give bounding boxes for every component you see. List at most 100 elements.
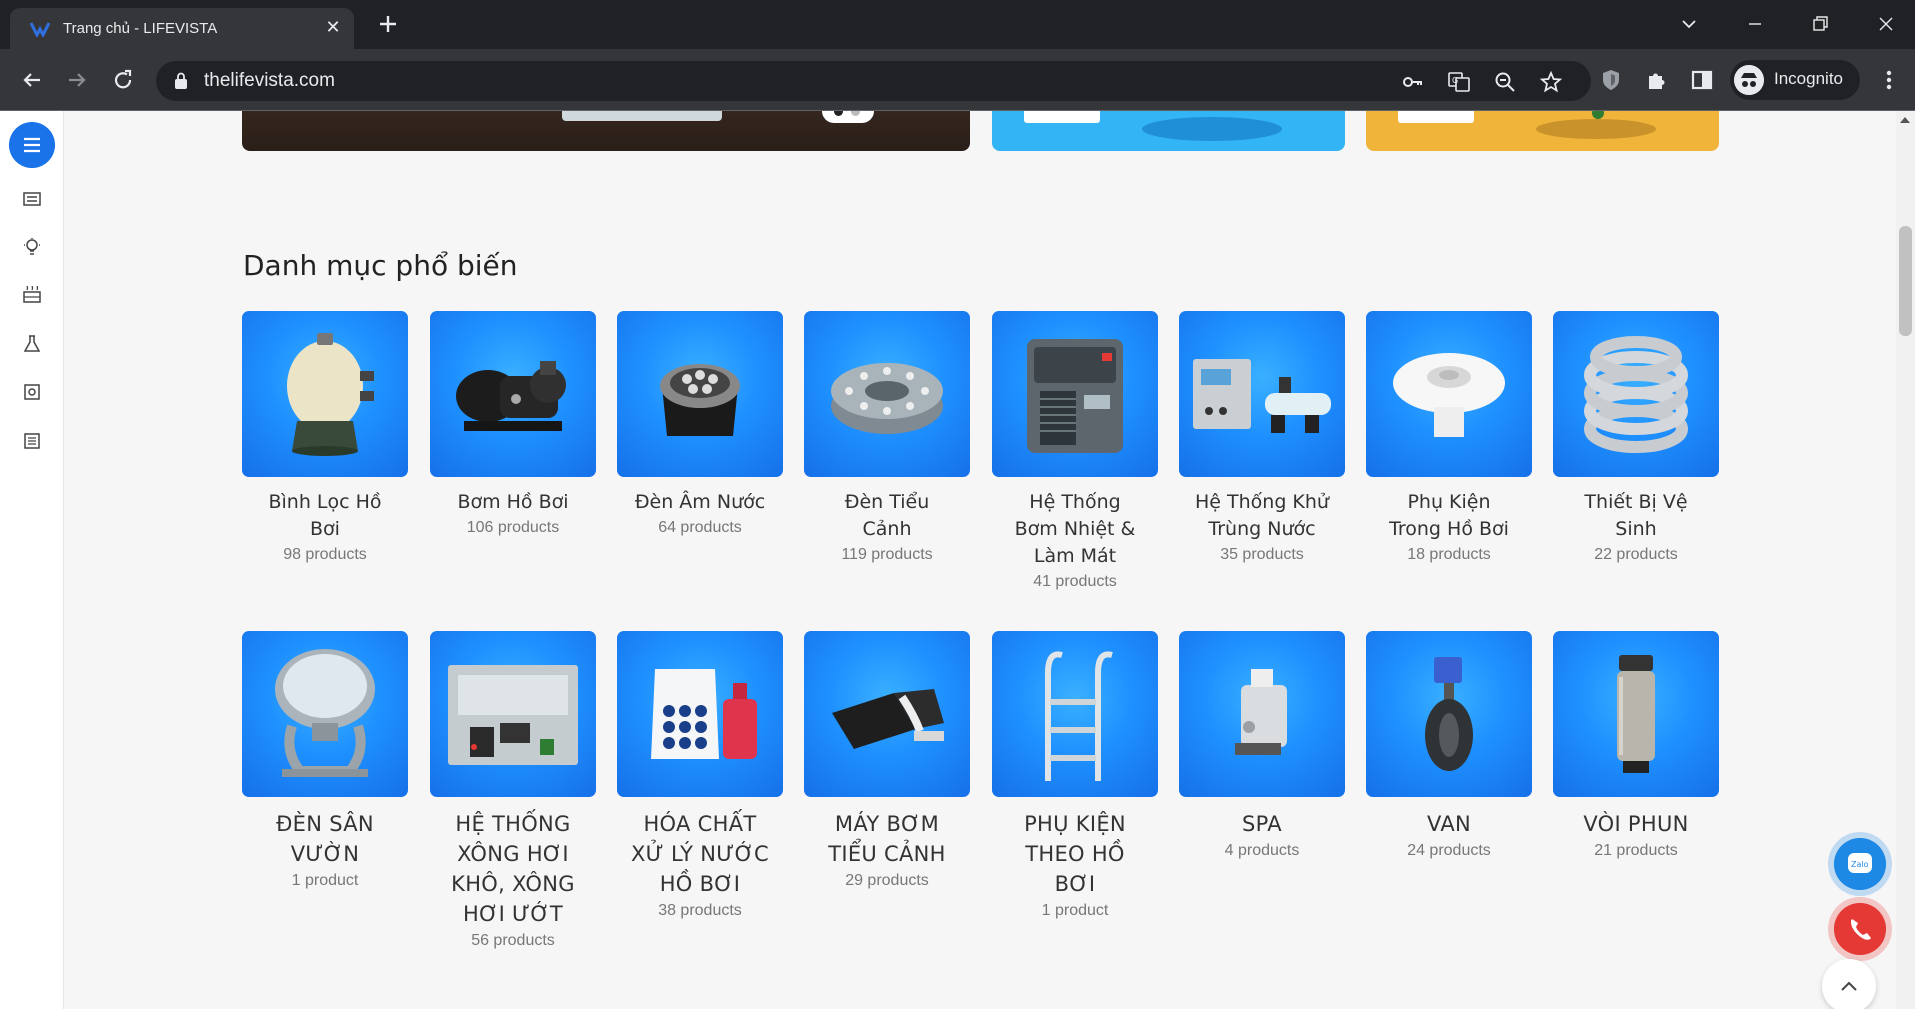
bookmark-star-icon[interactable] [1539,70,1563,94]
hamburger-menu-icon[interactable] [9,122,55,168]
category-name[interactable]: Bơm Hồ Bơi [430,489,596,516]
scroll-up-arrow-icon[interactable] [1900,117,1910,123]
steam-generator-icon [448,665,578,765]
category-card[interactable]: ĐÈN SÂN VƯỜN 1 product [242,631,408,893]
category-name[interactable]: Hệ Thống Bơm Nhiệt & Làm Mát [992,489,1158,570]
extensions-puzzle-icon[interactable] [1643,66,1671,94]
category-card[interactable]: VAN 24 products [1366,631,1532,863]
category-name[interactable]: ĐÈN SÂN VƯỜN [242,809,408,869]
category-card[interactable]: Phụ Kiện Trong Hồ Bơi 18 products [1366,311,1532,567]
category-count: 24 products [1407,842,1491,859]
category-image[interactable] [430,311,596,477]
category-count: 56 products [471,932,555,949]
browser-menu-icon[interactable] [1877,66,1901,94]
category-image[interactable] [1366,631,1532,797]
promo-banner-yellow[interactable] [1366,111,1719,151]
equipment-icon[interactable] [22,382,42,402]
address-bar[interactable]: thelifevista.com G [156,61,1591,101]
page-viewport: Danh mục phổ biến Bình Lọc Hồ Bơi 98 pro… [0,111,1915,1009]
category-name[interactable]: Thiết Bị Vệ Sinh [1553,489,1719,543]
zalo-chat-icon[interactable]: Zalo [1834,838,1886,890]
promo-banner-blue[interactable] [992,111,1345,151]
category-name[interactable]: VÒI PHUN [1553,809,1719,839]
category-image[interactable] [804,311,970,477]
chemical-flask-icon[interactable] [22,334,42,354]
category-name[interactable]: HÓA CHẤT XỬ LÝ NƯỚC HỒ BƠI [617,809,783,899]
slider-dot-active[interactable] [834,111,843,116]
category-image[interactable] [430,631,596,797]
phone-call-icon[interactable] [1834,903,1886,955]
category-card[interactable]: Đèn Tiểu Cảnh 119 products [804,311,970,567]
tab-close-icon[interactable]: ✕ [324,19,342,37]
minimize-icon[interactable] [1741,10,1769,38]
category-card[interactable]: SPA 4 products [1179,631,1345,863]
category-image[interactable] [1553,311,1719,477]
category-image[interactable] [1179,631,1345,797]
category-image[interactable] [992,311,1158,477]
category-image[interactable] [617,631,783,797]
lock-icon[interactable] [174,72,188,90]
forward-arrow-icon[interactable] [62,65,92,95]
category-image[interactable] [1366,311,1532,477]
category-image[interactable] [242,311,408,477]
category-name[interactable]: Hệ Thống Khử Trùng Nước [1179,489,1345,543]
category-card[interactable]: PHỤ KIỆN THEO HỒ BƠI 1 product [992,631,1158,923]
scroll-to-top-icon[interactable] [1822,959,1876,1009]
category-card[interactable]: Bơm Hồ Bơi 106 products [430,311,596,540]
category-card[interactable]: Bình Lọc Hồ Bơi 98 products [242,311,408,567]
shield-extension-icon[interactable] [1597,66,1625,94]
pool-ladder-icon [1045,651,1113,781]
zoom-out-icon[interactable] [1493,70,1517,94]
category-image[interactable] [242,631,408,797]
accessories-icon[interactable] [22,431,42,451]
category-image[interactable] [617,311,783,477]
category-name[interactable]: Bình Lọc Hồ Bơi [242,489,408,543]
category-card[interactable]: Hệ Thống Khử Trùng Nước 35 products [1179,311,1345,567]
scrollbar-thumb[interactable] [1899,226,1912,336]
category-card[interactable]: VÒI PHUN 21 products [1553,631,1719,863]
sauna-icon[interactable] [22,286,42,306]
category-name[interactable]: HỆ THỐNG XÔNG HƠI KHÔ, XÔNG HƠI ƯỚT [430,809,596,929]
tab-search-chevron-icon[interactable] [1675,10,1703,38]
category-name[interactable]: PHỤ KIỆN THEO HỒ BƠI [992,809,1158,899]
category-name[interactable]: Đèn Tiểu Cảnh [804,489,970,543]
slider-dot[interactable] [851,111,860,116]
light-bulb-icon[interactable] [22,237,42,257]
incognito-label: Incognito [1774,69,1843,88]
category-image[interactable] [992,631,1158,797]
category-name[interactable]: SPA [1179,809,1345,839]
category-card[interactable]: HỆ THỐNG XÔNG HƠI KHÔ, XÔNG HƠI ƯỚT 56 p… [430,631,596,953]
category-count: 4 products [1224,842,1300,859]
section-title: Danh mục phổ biến [243,249,518,282]
browser-tab-bar: Trang chủ - LIFEVISTA ✕ [0,0,1915,49]
incognito-profile-button[interactable]: Incognito [1730,60,1860,100]
category-card[interactable]: Đèn Âm Nước 64 products [617,311,783,540]
hero-slider[interactable] [242,111,970,151]
reload-icon[interactable] [108,65,138,95]
category-name[interactable]: Đèn Âm Nước [617,489,783,516]
back-arrow-icon[interactable] [17,65,47,95]
category-name[interactable]: VAN [1366,809,1532,839]
close-window-icon[interactable] [1872,10,1900,38]
category-card[interactable]: MÁY BƠM TIỂU CẢNH 29 products [804,631,970,893]
category-name[interactable]: MÁY BƠM TIỂU CẢNH [804,809,970,869]
new-tab-icon[interactable] [374,10,402,38]
side-panel-icon[interactable] [1688,66,1716,94]
category-image[interactable] [804,631,970,797]
page-scrollbar[interactable] [1896,111,1915,1009]
pool-category-icon[interactable] [22,189,42,209]
category-image[interactable] [1179,311,1345,477]
translate-icon[interactable]: G [1447,70,1471,94]
category-card[interactable]: Hệ Thống Bơm Nhiệt & Làm Mát 41 products [992,311,1158,594]
browser-tab-active[interactable]: Trang chủ - LIFEVISTA ✕ [10,8,354,49]
category-card[interactable]: Thiết Bị Vệ Sinh 22 products [1553,311,1719,567]
fountain-pump-icon [832,689,944,749]
restore-icon[interactable] [1806,10,1834,38]
category-image[interactable] [1553,631,1719,797]
key-icon[interactable] [1401,70,1425,94]
category-name[interactable]: Phụ Kiện Trong Hồ Bơi [1366,489,1532,543]
category-card[interactable]: HÓA CHẤT XỬ LÝ NƯỚC HỒ BƠI 38 products [617,631,783,923]
category-count: 119 products [841,546,933,563]
svg-text:G: G [1452,76,1458,85]
url-text[interactable]: thelifevista.com [204,70,335,92]
